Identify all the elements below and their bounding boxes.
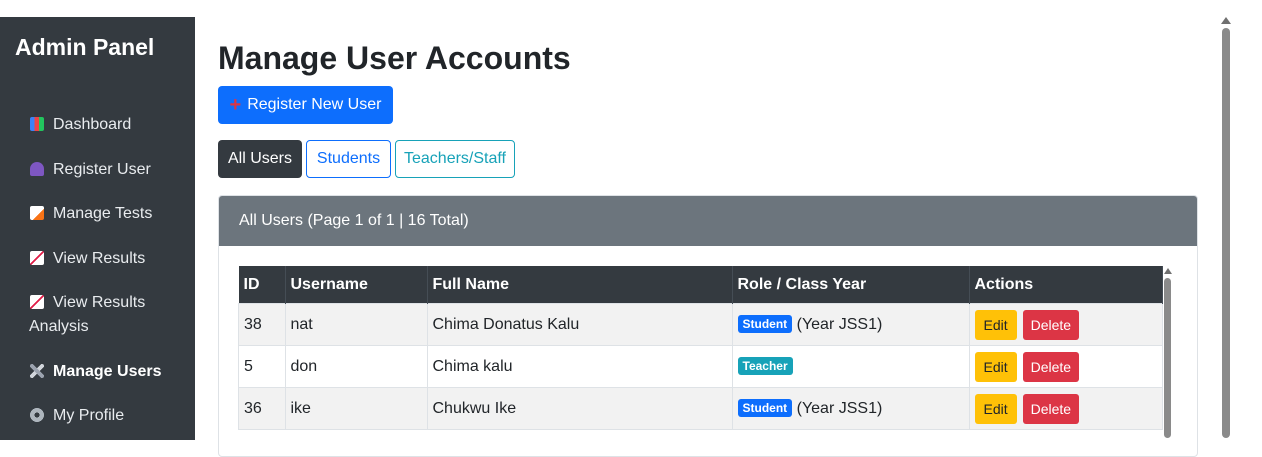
tools-icon [30, 364, 44, 378]
page-title: Manage User Accounts [218, 40, 571, 76]
user-icon [30, 162, 44, 176]
sidebar-item-label: Register User [53, 161, 151, 178]
role-badge: Teacher [737, 357, 793, 375]
header-id: ID [238, 266, 286, 304]
table-row: 36 ike Chukwu Ike Student (Year JSS1) Ed… [238, 387, 1163, 430]
class-year: (Year JSS1) [796, 316, 883, 333]
tab-teachers-staff[interactable]: Teachers/Staff [395, 140, 515, 178]
class-year: (Year JSS1) [796, 400, 883, 417]
cell-actions: Edit Delete [968, 345, 1163, 388]
sidebar-item-my-profile[interactable]: My Profile [30, 404, 190, 428]
sidebar-item-register-user[interactable]: Register User [30, 158, 190, 182]
sidebar-item-label: My Profile [53, 407, 125, 424]
card-header: All Users (Page 1 of 1 | 16 Total) [219, 196, 1197, 246]
sidebar-item-label: View Results [53, 250, 146, 267]
cell-id: 5 [238, 345, 286, 388]
sidebar-item-view-results[interactable]: View Results [30, 247, 190, 271]
memo-icon [30, 206, 44, 220]
register-button-label: Register New User [247, 96, 382, 113]
cell-role: Teacher [731, 345, 970, 388]
edit-button[interactable]: Edit [974, 393, 1017, 424]
cell-role: Student (Year JSS1) [731, 303, 970, 346]
header-actions: Actions [969, 266, 1163, 304]
cell-actions: Edit Delete [968, 387, 1163, 430]
cell-full-name: Chima Donatus Kalu [426, 303, 733, 346]
users-table-wrap: ID Username Full Name Role / Class Year … [238, 266, 1163, 430]
register-new-user-button[interactable]: + Register New User [218, 86, 393, 124]
sidebar-item-view-results-analysis[interactable]: View Results Analysis [29, 291, 190, 339]
table-scrollbar[interactable] [1163, 268, 1172, 440]
sidebar-item-manage-tests[interactable]: Manage Tests [30, 202, 190, 226]
header-role: Role / Class Year [732, 266, 970, 304]
gear-icon [30, 408, 44, 422]
role-badge: Student [737, 315, 793, 333]
sidebar-item-label: Manage Users [53, 363, 162, 380]
cell-full-name: Chima kalu [426, 345, 733, 388]
header-username: Username [285, 266, 428, 304]
page-scrollbar[interactable] [1220, 17, 1232, 440]
tab-all-users[interactable]: All Users [218, 140, 302, 178]
header-full-name: Full Name [427, 266, 733, 304]
chart-up-icon [30, 295, 44, 309]
cell-id: 38 [238, 303, 286, 346]
delete-button[interactable]: Delete [1022, 309, 1080, 340]
users-table: ID Username Full Name Role / Class Year … [238, 266, 1163, 430]
cell-username: don [284, 345, 428, 388]
table-header-row: ID Username Full Name Role / Class Year … [238, 266, 1163, 304]
sidebar: Admin Panel Dashboard Register User Mana… [0, 17, 195, 440]
cell-username: nat [284, 303, 428, 346]
page-scroll-up-arrow-icon[interactable] [1221, 17, 1231, 24]
delete-button[interactable]: Delete [1022, 351, 1080, 382]
plus-icon: + [229, 94, 242, 116]
role-badge: Student [737, 399, 793, 417]
sidebar-item-label: Dashboard [53, 116, 132, 133]
edit-button[interactable]: Edit [974, 351, 1017, 382]
sidebar-item-label-line2: Analysis [29, 318, 89, 335]
scroll-up-arrow-icon[interactable] [1163, 268, 1172, 274]
brand-title: Admin Panel [15, 34, 155, 60]
tab-students[interactable]: Students [306, 140, 391, 178]
bar-chart-icon [30, 117, 44, 131]
sidebar-item-label: Manage Tests [53, 205, 153, 222]
sidebar-item-label: View Results [53, 294, 146, 311]
cell-role: Student (Year JSS1) [731, 387, 970, 430]
edit-button[interactable]: Edit [974, 309, 1017, 340]
sidebar-item-manage-users[interactable]: Manage Users [30, 360, 190, 384]
cell-actions: Edit Delete [968, 303, 1163, 346]
delete-button[interactable]: Delete [1022, 393, 1080, 424]
cell-username: ike [284, 387, 428, 430]
table-row: 5 don Chima kalu Teacher Edit Delete [238, 345, 1163, 388]
sidebar-item-dashboard[interactable]: Dashboard [30, 113, 190, 137]
cell-full-name: Chukwu Ike [426, 387, 733, 430]
cell-id: 36 [238, 387, 286, 430]
page-scrollbar-thumb[interactable] [1222, 28, 1230, 438]
chart-up-icon [30, 251, 44, 265]
table-scrollbar-thumb[interactable] [1164, 278, 1171, 438]
users-card: All Users (Page 1 of 1 | 16 Total) ID Us… [218, 195, 1198, 457]
table-row: 38 nat Chima Donatus Kalu Student (Year … [238, 303, 1163, 346]
